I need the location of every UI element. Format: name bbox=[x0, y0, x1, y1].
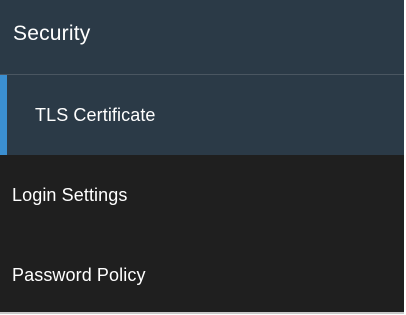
sidebar-item-tls-certificate[interactable]: TLS Certificate bbox=[0, 75, 404, 155]
sidebar-item-login-settings[interactable]: Login Settings bbox=[0, 155, 404, 235]
sidebar-item-label: TLS Certificate bbox=[35, 104, 156, 125]
sidebar-item-label: Password Policy bbox=[12, 264, 146, 285]
sidebar-section-header: Security bbox=[0, 0, 404, 75]
sidebar-section-title: Security bbox=[13, 22, 91, 45]
sidebar-item-password-policy[interactable]: Password Policy bbox=[0, 235, 404, 315]
security-sidebar-panel: Security TLS Certificate Login Settings … bbox=[0, 0, 406, 314]
sidebar-item-label: Login Settings bbox=[12, 184, 128, 205]
